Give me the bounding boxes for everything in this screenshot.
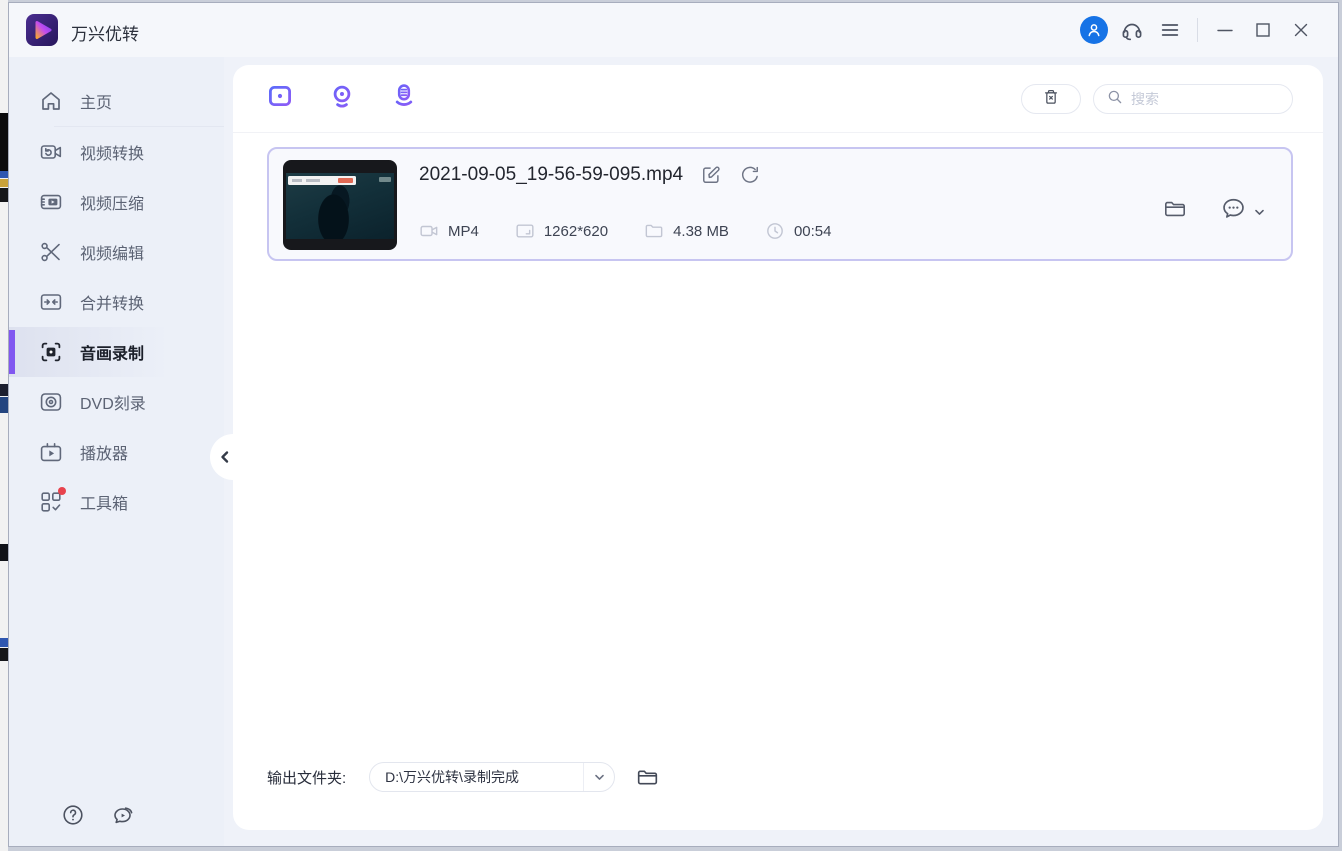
toolbox-badge [58,487,66,495]
sidebar-item-label: DVD刻录 [80,396,146,413]
toolbox-icon [39,487,66,514]
player-icon [39,440,63,464]
sidebar-item-label: 工具箱 [80,496,129,513]
sidebar-item-video-edit[interactable]: 视频编辑 [9,227,224,277]
video-thumbnail [283,160,397,250]
open-file-location-icon[interactable] [1163,197,1187,226]
screen-recorder-icon[interactable] [267,82,293,110]
webcam-recorder-icon[interactable] [329,82,355,110]
chevron-left-icon[interactable] [218,450,232,469]
meta-duration: 00:54 [765,221,832,241]
clear-list-button[interactable] [1021,84,1081,114]
close-button[interactable] [1282,3,1320,57]
dvd-icon [39,390,63,414]
chevron-down-icon[interactable] [1254,205,1265,223]
app-title: 万兴优转 [71,25,139,44]
user-avatar-button[interactable] [1080,16,1108,44]
background-fragment [0,397,8,413]
video-convert-icon [39,140,63,164]
browse-folder-icon[interactable] [636,766,659,789]
scissors-icon [39,240,63,264]
sidebar-item-label: 视频编辑 [80,246,145,263]
output-folder-row: 输出文件夹: D:\万兴优转\录制完成 [267,761,659,793]
thumbnail-scene [286,173,394,239]
thumbnail-toolbar [288,176,356,185]
toolbar-divider [233,132,1323,133]
trash-icon [1041,87,1061,112]
meta-format: MP4 [419,221,479,241]
screen-record-icon [39,340,63,364]
background-fragment [0,384,8,396]
sidebar-item-label: 视频压缩 [80,196,145,213]
background-window-sliver [0,0,8,851]
more-options-icon[interactable] [1220,195,1247,227]
minimize-button[interactable] [1206,3,1244,57]
merge-icon [39,290,63,314]
titlebar: 万兴优转 [9,3,1338,57]
record-mode-tabs [267,82,417,110]
sidebar: 主页 视频转换 视频压缩 视频编辑 合并转换 音画录制 DVD刻录 播放器 工具… [9,57,224,846]
resolution-icon [515,221,535,241]
sidebar-item-toolbox[interactable]: 工具箱 [9,477,224,527]
background-fragment [0,179,8,187]
folder-icon [644,221,664,241]
output-folder-label: 输出文件夹: [267,769,347,787]
sidebar-item-video-convert[interactable]: 视频转换 [9,127,224,177]
chevron-down-icon[interactable] [583,763,614,791]
main-area: 2021-09-05_19-56-59-095.mp4 [210,57,1338,846]
meta-resolution: 1262*620 [515,221,608,241]
video-camera-icon [419,221,439,241]
feedback-icon[interactable] [111,803,135,832]
file-size: 4.38 MB [673,222,729,240]
sidebar-item-player[interactable]: 播放器 [9,427,224,477]
sidebar-item-label: 音画录制 [80,346,145,363]
video-compress-icon [39,190,63,214]
background-fragment [0,188,8,202]
recorded-file-card[interactable]: 2021-09-05_19-56-59-095.mp4 MP4 1262*620… [267,147,1293,261]
clock-icon [765,221,785,241]
rename-icon[interactable] [700,164,722,186]
background-fragment [0,113,8,171]
search-input[interactable] [1131,91,1280,107]
search-box [1093,84,1293,114]
headset-icon[interactable] [1113,18,1151,42]
file-format: MP4 [448,222,479,240]
titlebar-divider [1197,18,1198,42]
output-folder-path: D:\万兴优转\录制完成 [385,769,519,785]
sidebar-collapse-tab[interactable] [210,434,256,480]
thumbnail-timer [379,177,391,182]
audio-recorder-icon[interactable] [391,82,417,110]
file-name: 2021-09-05_19-56-59-095.mp4 [419,164,684,185]
sidebar-item-home[interactable]: 主页 [9,76,224,126]
sidebar-item-label: 播放器 [80,446,129,463]
meta-size: 4.38 MB [644,221,729,241]
file-resolution: 1262*620 [543,222,609,240]
sidebar-item-label: 合并转换 [80,296,145,313]
sidebar-item-video-compress[interactable]: 视频压缩 [9,177,224,227]
background-fragment [0,544,8,561]
content-panel: 2021-09-05_19-56-59-095.mp4 [210,65,1323,830]
hamburger-menu-icon[interactable] [1151,19,1189,41]
home-icon [39,89,63,113]
file-duration: 00:54 [793,222,832,240]
background-fragment [0,648,8,661]
sidebar-item-record[interactable]: 音画录制 [9,327,224,377]
sidebar-item-label: 视频转换 [80,146,145,163]
help-icon[interactable] [61,803,85,832]
re-record-icon[interactable] [739,164,761,186]
output-folder-select[interactable]: D:\万兴优转\录制完成 [369,762,616,792]
search-icon [1106,88,1124,111]
background-fragment [0,638,8,647]
background-fragment [0,171,8,178]
sidebar-item-label: 主页 [80,95,113,112]
sidebar-item-dvd-burn[interactable]: DVD刻录 [9,377,224,427]
app-logo-icon [25,13,59,47]
maximize-button[interactable] [1244,3,1282,57]
app-window: 万兴优转 主页 视频转换 视频压缩 视频编辑 合并转换 音画录制 DVD刻录 播… [8,2,1339,847]
sidebar-item-merge-convert[interactable]: 合并转换 [9,277,224,327]
file-meta-row: MP4 1262*620 4.38 MB 00:54 [419,221,832,241]
